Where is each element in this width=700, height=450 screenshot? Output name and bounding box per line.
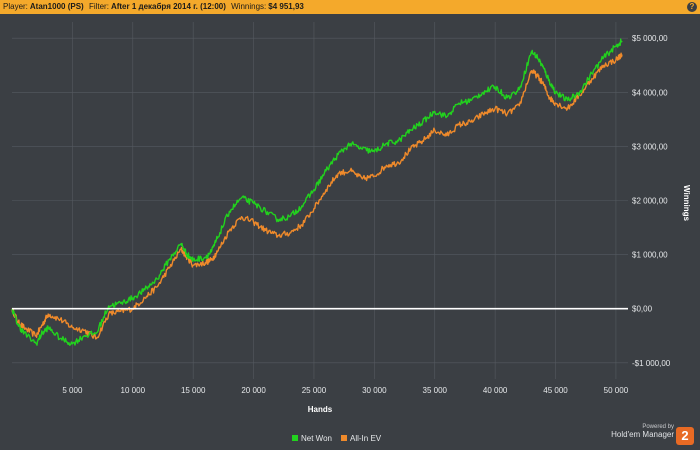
series-net-won-line <box>11 38 623 346</box>
legend-swatch-all-in-ev <box>341 435 347 441</box>
winnings-chart: 5 000 10 000 15 000 20 000 25 000 30 000 35 00… <box>11 22 691 443</box>
legend: Net Won All-In EV <box>292 434 382 443</box>
winnings-label: Winnings: <box>231 2 267 11</box>
y-tick-label: $5 000,00 <box>632 34 668 43</box>
legend-label-net-won: Net Won <box>301 434 332 443</box>
x-tick-label: 25 000 <box>302 386 327 395</box>
hm2-logo-icon: 2 <box>676 427 694 445</box>
y-tick-label: $1 000,00 <box>632 251 668 260</box>
grid-lines <box>12 22 628 379</box>
filter-label: Filter: <box>88 2 109 11</box>
player-label: Player: <box>3 2 28 11</box>
help-icon[interactable]: ? <box>687 2 697 12</box>
legend-swatch-net-won <box>292 435 298 441</box>
x-tick-label: 50 000 <box>604 386 629 395</box>
x-tick-label: 20 000 <box>241 386 266 395</box>
series-layer <box>11 38 623 346</box>
brand-name: Hold'em Manager <box>611 430 674 439</box>
y-tick-label: $4 000,00 <box>632 88 668 97</box>
x-tick-label: 10 000 <box>121 386 146 395</box>
series-all-in-ev-line <box>11 52 623 340</box>
x-tick-label: 30 000 <box>362 386 387 395</box>
legend-label-all-in-ev: All-In EV <box>350 434 382 443</box>
y-tick-label: $2 000,00 <box>632 197 668 206</box>
y-tick-label: $3 000,00 <box>632 142 668 151</box>
x-axis-ticks: 5 000 10 000 15 000 20 000 25 000 30 000 35 00… <box>62 386 628 395</box>
x-tick-label: 45 000 <box>543 386 568 395</box>
x-tick-label: 15 000 <box>181 386 206 395</box>
y-axis-ticks: -$1 000,00 $0,00 $1 000,00 $2 000,00 $3 000,… <box>632 34 671 368</box>
filter-bar: Player: Atan1000 (PS) Filter: After 1 дека… <box>0 0 700 14</box>
x-axis-label: Hands <box>308 405 333 414</box>
filter-value: After 1 декабря 2014 г. (12:00) <box>110 2 226 11</box>
y-tick-label: -$1 000,00 <box>632 359 671 368</box>
y-tick-label: $0,00 <box>632 305 653 314</box>
plot-area <box>12 22 628 379</box>
y-axis-label: Winnings <box>682 185 691 221</box>
x-tick-label: 35 000 <box>423 386 448 395</box>
x-tick-label: 40 000 <box>483 386 508 395</box>
player-value: Atan1000 (PS) <box>29 2 84 11</box>
powered-by: Powered by Hold'em Manager <box>611 423 674 439</box>
x-tick-label: 5 000 <box>62 386 83 395</box>
winnings-value: $4 951,93 <box>268 2 304 11</box>
